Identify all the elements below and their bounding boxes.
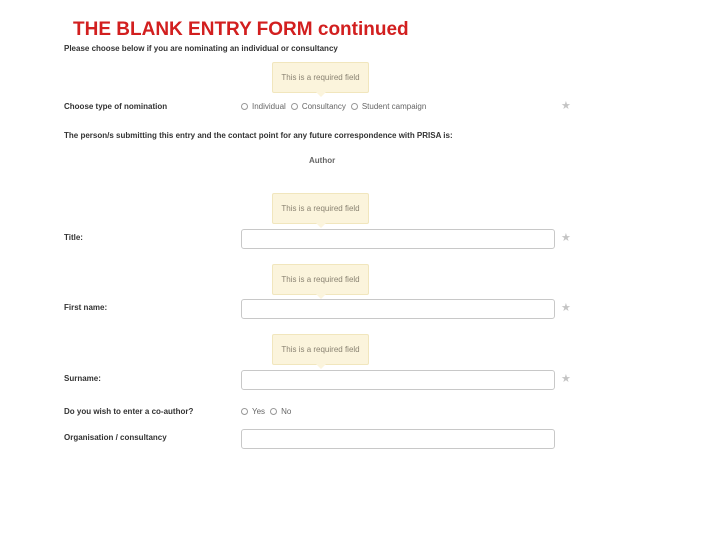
first-name-label: First name:: [64, 303, 108, 312]
organisation-field[interactable]: [241, 429, 555, 449]
star-icon: ★: [561, 232, 571, 244]
coauthor-option-no[interactable]: No: [270, 407, 291, 416]
surname-label: Surname:: [64, 374, 101, 383]
radio-icon[interactable]: [290, 103, 298, 110]
option-label: Individual: [252, 102, 286, 111]
required-tooltip: This is a required field: [272, 62, 369, 97]
option-label: Consultancy: [301, 102, 346, 111]
surname-field[interactable]: [241, 370, 555, 390]
nomination-radio-group: Individual Consultancy Student campaign: [241, 102, 431, 111]
slide-title: THE BLANK ENTRY FORM continued: [73, 19, 409, 40]
radio-icon[interactable]: [241, 408, 248, 415]
nomination-option-consultancy[interactable]: Consultancy: [290, 102, 346, 111]
required-tooltip: This is a required field: [272, 264, 369, 299]
option-label: Yes: [252, 407, 266, 416]
coauthor-option-yes[interactable]: Yes: [241, 407, 265, 416]
star-icon: ★: [561, 373, 571, 385]
organisation-label: Organisation / consultancy: [64, 433, 167, 442]
star-icon: ★: [561, 100, 571, 112]
option-label: No: [281, 407, 292, 416]
coauthor-label: Do you wish to enter a co-author?: [64, 407, 194, 416]
radio-icon[interactable]: [241, 103, 248, 110]
required-tooltip: This is a required field: [272, 193, 369, 228]
nomination-option-individual[interactable]: Individual: [241, 102, 286, 111]
radio-icon[interactable]: [270, 408, 278, 415]
author-section-label: Author: [309, 156, 336, 165]
form-intro: Please choose below if you are nominatin…: [64, 44, 338, 53]
title-field[interactable]: [241, 229, 555, 249]
nomination-option-student-campaign[interactable]: Student campaign: [350, 102, 427, 111]
radio-icon[interactable]: [350, 103, 358, 110]
star-icon: ★: [561, 302, 571, 314]
first-name-field[interactable]: [241, 299, 555, 319]
submitter-heading: The person/s submitting this entry and t…: [64, 131, 453, 140]
option-label: Student campaign: [361, 102, 427, 111]
coauthor-radio-group: Yes No: [241, 407, 296, 416]
required-tooltip: This is a required field: [272, 334, 369, 369]
nomination-label: Choose type of nomination: [64, 102, 168, 111]
title-label: Title:: [64, 233, 83, 242]
